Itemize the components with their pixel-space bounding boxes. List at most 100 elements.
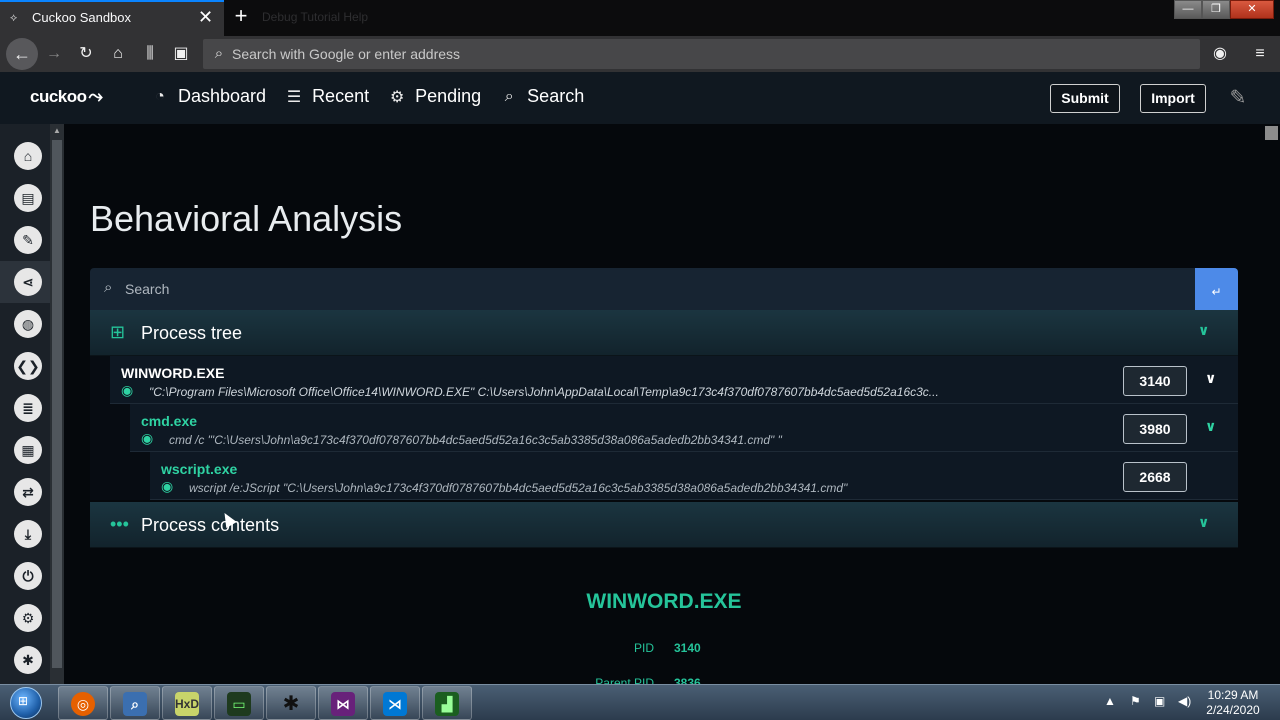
nav-recent[interactable]: ☰ Recent xyxy=(284,86,369,107)
chevron-down-icon[interactable]: ∨ xyxy=(1205,370,1216,387)
gears-icon[interactable]: ⚙ xyxy=(14,604,42,632)
page-scroll-thumb[interactable] xyxy=(1265,126,1278,140)
pid-badge[interactable]: 3140 xyxy=(1123,366,1187,396)
nav-dashboard[interactable]: ◔ Dashboard xyxy=(150,86,266,107)
process-command: "C:\Program Files\Microsoft Office\Offic… xyxy=(149,385,939,399)
download-icon[interactable]: ⤓ xyxy=(14,520,42,548)
taskbar-debugger[interactable]: ✱ xyxy=(266,686,316,720)
page-title: Behavioral Analysis xyxy=(90,198,403,239)
visual-studio-icon: ⋈ xyxy=(331,692,355,716)
process-command: wscript /e:JScript "C:\Users\John\a9c173… xyxy=(189,481,848,495)
taskbar-terminal[interactable]: ▭ xyxy=(214,686,264,720)
scroll-up-icon[interactable]: ▲ xyxy=(52,126,62,136)
eye-icon[interactable]: ◉ xyxy=(121,382,133,399)
close-window-button[interactable]: ✕ xyxy=(1230,0,1274,19)
paintbrush-icon[interactable]: ✎ xyxy=(1224,84,1252,112)
eye-icon[interactable]: ◉ xyxy=(161,478,173,495)
new-tab-button[interactable]: + xyxy=(230,4,252,28)
menu-icon[interactable]: ≡ xyxy=(1248,42,1272,66)
process-row-wscript[interactable]: wscript.exe ◉ wscript /e:JScript "C:\Use… xyxy=(90,452,1238,500)
nav-recent-label: Recent xyxy=(312,86,370,106)
bug-icon[interactable]: ✱ xyxy=(14,646,42,674)
server-icon[interactable]: ≣ xyxy=(14,394,42,422)
page-scrollbar[interactable] xyxy=(1262,124,1280,684)
search-submit-button[interactable]: ↵ xyxy=(1195,268,1238,310)
minimize-button[interactable]: — xyxy=(1174,0,1202,19)
taskbar-procmon[interactable]: ⌕ xyxy=(110,686,160,720)
nav-search-label: Search xyxy=(527,86,585,106)
taskbar-vscode[interactable]: ⋊ xyxy=(370,686,420,720)
summary-icon[interactable]: ▤ xyxy=(14,184,42,212)
globe-icon[interactable]: ◍ xyxy=(14,310,42,338)
tree-indent xyxy=(90,452,150,500)
process-monitor-icon: ⌕ xyxy=(123,692,147,716)
volume-icon[interactable]: ◀) xyxy=(1178,694,1191,708)
bird-icon: ⤳ xyxy=(88,86,103,106)
taskbar-visual-studio[interactable]: ⋈ xyxy=(318,686,368,720)
main-nav: ◔ Dashboard ☰ Recent ⚙ Pending ⌕ Search xyxy=(150,86,602,107)
library-icon[interactable]: ⫼ xyxy=(138,42,162,66)
reader-icon[interactable]: ▣ xyxy=(169,42,193,66)
taskbar-firefox[interactable]: ◎ xyxy=(58,686,108,720)
url-bar[interactable]: ⌕ xyxy=(203,39,1200,69)
firefox-icon: ◎ xyxy=(71,692,95,716)
network-icon[interactable]: ▣ xyxy=(1154,694,1165,708)
tree-indent xyxy=(90,404,130,452)
clock[interactable]: 10:29 AM 2/24/2020 xyxy=(1200,688,1266,718)
pid-value: 3140 xyxy=(674,641,701,655)
cuckoo-favicon-icon: ⟡ xyxy=(10,12,18,24)
process-row-winword[interactable]: WINWORD.EXE ◉ "C:\Program Files\Microsof… xyxy=(90,356,1238,404)
account-icon[interactable]: ◉ xyxy=(1208,42,1232,66)
process-row-cmd[interactable]: cmd.exe ◉ cmd /c "'C:\Users\John\a9c173c… xyxy=(90,404,1238,452)
browser-tab[interactable]: ⟡ Cuckoo Sandbox ✕ xyxy=(0,0,224,36)
process-tree-header[interactable]: ⊞ Process tree ∨ xyxy=(90,310,1238,356)
import-button[interactable]: Import xyxy=(1140,84,1206,113)
shuffle-icon[interactable]: ⇄ xyxy=(14,478,42,506)
detail-process-name: WINWORD.EXE xyxy=(586,590,742,613)
reload-icon[interactable]: ↻ xyxy=(74,42,98,66)
file-code-icon[interactable]: ❮❯ xyxy=(14,352,42,380)
list-icon: ☰ xyxy=(286,88,302,106)
share-icon[interactable]: ⋖ xyxy=(14,268,42,296)
close-tab-icon[interactable]: ✕ xyxy=(198,7,213,27)
tab-title: Cuckoo Sandbox xyxy=(32,10,132,25)
logo-text: cuckoo xyxy=(30,87,87,106)
eye-icon[interactable]: ◉ xyxy=(141,430,153,447)
edit-icon[interactable]: ✎ xyxy=(14,226,42,254)
ellipsis-icon: ••• xyxy=(110,514,129,534)
home-icon[interactable]: ⌂ xyxy=(14,142,42,170)
pid-badge[interactable]: 2668 xyxy=(1123,462,1187,492)
taskbar-hxd[interactable]: HxD xyxy=(162,686,212,720)
cuckoo-logo[interactable]: cuckoo ⤳ xyxy=(30,86,103,107)
sidebar-scroll-thumb[interactable] xyxy=(52,140,62,668)
chevron-down-icon[interactable]: ∨ xyxy=(1205,418,1216,435)
parent-pid-value: 3836 xyxy=(674,676,701,684)
nav-search[interactable]: ⌕ Search xyxy=(499,86,585,107)
restore-button[interactable]: ❐ xyxy=(1202,0,1230,19)
process-name: wscript.exe xyxy=(161,461,238,477)
sidebar: ⌂ ▤ ✎ ⋖ ◍ ❮❯ ≣ ▦ ⇄ ⤓ ⏻ ⚙ ✱ ▲ xyxy=(0,124,64,684)
browser-tab-bar: ⟡ Cuckoo Sandbox ✕ + Debug Tutorial Help… xyxy=(0,0,1280,36)
start-button[interactable]: ⊞ xyxy=(4,685,48,720)
sidebar-scrollbar[interactable]: ▲ xyxy=(50,124,64,684)
clock-date: 2/24/2020 xyxy=(1206,703,1260,717)
process-contents-title: Process contents xyxy=(141,515,280,535)
home-icon[interactable]: ⌂ xyxy=(106,42,130,66)
submit-button[interactable]: Submit xyxy=(1050,84,1120,113)
chevron-down-icon[interactable]: ∨ xyxy=(1198,322,1209,339)
power-icon[interactable]: ⏻ xyxy=(14,562,42,590)
taskbar-task-manager[interactable]: ▟ xyxy=(422,686,472,720)
forward-icon[interactable]: → xyxy=(42,42,66,66)
url-input[interactable] xyxy=(232,44,1132,64)
process-name: cmd.exe xyxy=(141,413,198,429)
back-icon[interactable]: ← xyxy=(6,38,38,70)
grid-icon[interactable]: ▦ xyxy=(14,436,42,464)
show-hidden-icons-icon[interactable]: ▲ xyxy=(1104,694,1116,708)
behavior-search-input[interactable] xyxy=(125,279,1025,299)
pid-badge[interactable]: 3980 xyxy=(1123,414,1187,444)
process-contents-header[interactable]: ••• Process contents ∨ xyxy=(90,502,1238,548)
action-center-icon[interactable]: ⚑ xyxy=(1130,694,1141,708)
nav-pending[interactable]: ⚙ Pending xyxy=(387,86,481,107)
gears-icon: ⚙ xyxy=(389,88,405,106)
chevron-down-icon[interactable]: ∨ xyxy=(1198,514,1209,531)
